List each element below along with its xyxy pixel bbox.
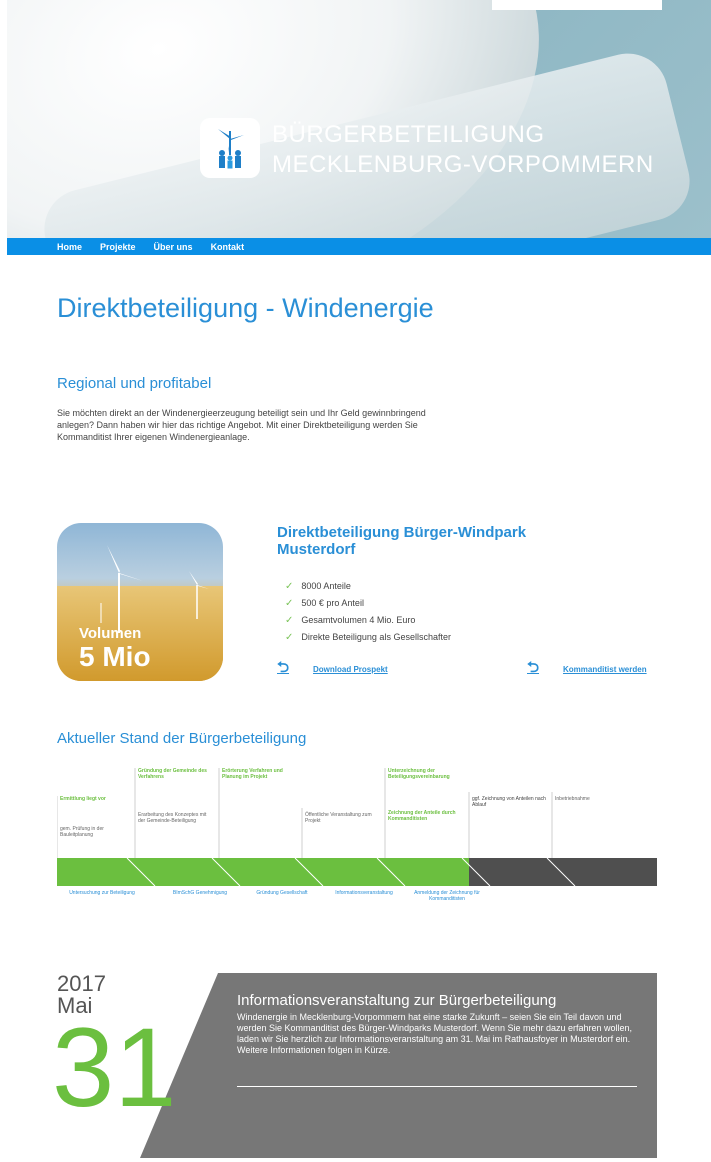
check-icon: ✓: [285, 598, 294, 609]
timeline-note: Gründung der Gemeinde des Verfahrens: [138, 768, 207, 780]
timeline-label: Untersuchung zur Beteiligung: [69, 890, 135, 896]
brand-title: BÜRGERBETEILIGUNG MECKLENBURG-VORPOMMERN: [272, 120, 654, 180]
arrow-return-icon: ⮌: [277, 659, 290, 676]
list-item: ✓ 500 € pro Anteil: [285, 595, 451, 612]
list-item: ✓ Gesamtvolumen 4 Mio. Euro: [285, 612, 451, 629]
timeline-note: Zeichnung der Anteile durch Kommanditist…: [388, 810, 456, 822]
volume-label: Volumen: [79, 625, 142, 642]
header-top-strip: [492, 0, 662, 10]
event-day: 31: [52, 1005, 177, 1130]
brand-line-1: BÜRGERBETEILIGUNG: [272, 121, 545, 148]
list-item: ✓ 8000 Anteile: [285, 578, 451, 595]
timeline-note: Inbetriebnahme: [555, 796, 590, 802]
timeline-note: Öffentliche Veranstaltung zum Projekt: [305, 812, 372, 824]
header-hero: [7, 0, 711, 238]
timeline-label: Anmeldung der Zeichnung für Kommanditist…: [414, 890, 480, 902]
section-title: Regional und profitabel: [57, 375, 212, 392]
kommanditist-werden-button[interactable]: ⮌ Kommanditist werden: [527, 657, 647, 682]
brand-line-2: MECKLENBURG-VORPOMMERN: [272, 151, 654, 178]
timeline-note: gem. Prüfung in der Bauleitplanung: [60, 826, 104, 838]
timeline-graphic: [57, 762, 657, 887]
event-title: Informationsveranstaltung zur Bürgerbete…: [237, 992, 557, 1009]
main-nav: Home Projekte Über uns Kontakt: [7, 238, 711, 255]
check-icon: ✓: [285, 615, 294, 626]
nav-item-home[interactable]: Home: [57, 242, 82, 252]
timeline-label: Informationsveranstaltung: [335, 890, 393, 896]
arrow-return-icon: ⮌: [527, 659, 540, 676]
list-item: ✓ Direkte Beteiligung als Gesellschafter: [285, 629, 451, 646]
timeline-label: Gründung Gesellschaft: [256, 890, 308, 896]
timeline-note: Unterzeichnung der Beteiligungsvereinbar…: [388, 768, 450, 780]
offer-feature-list: ✓ 8000 Anteile ✓ 500 € pro Anteil ✓ Gesamtv…: [285, 578, 451, 646]
event-divider: [237, 1086, 637, 1087]
intro-text: Sie möchten direkt an der Windenergieerz…: [57, 408, 426, 442]
download-prospekt-button[interactable]: ⮌ Download Prospekt: [277, 657, 388, 682]
timeline-label: BImSchG Genehmigung: [172, 890, 228, 896]
volume-value: 5 Mio: [79, 641, 151, 672]
nav-item-projekte[interactable]: Projekte: [100, 242, 136, 252]
event-year: 2017: [57, 971, 106, 996]
timeline-note: ggf. Zeichnung von Anteilen nach Ablauf: [472, 796, 546, 808]
timeline-title: Aktueller Stand der Bürgerbeteiligung: [57, 730, 307, 747]
wind-turbine-family-icon: [218, 129, 244, 169]
timeline-note: Ermittlung liegt vor: [60, 796, 106, 802]
logo[interactable]: [200, 118, 260, 178]
timeline-note: Erarbeitung des Konzeptes mit der Gemein…: [138, 812, 207, 824]
event-text: Windenergie in Mecklenburg-Vorpommern ha…: [237, 1012, 633, 1055]
nav-item-kontakt[interactable]: Kontakt: [211, 242, 245, 252]
progress-timeline: Ermittlung liegt vor gem. Prüfung in der…: [57, 762, 657, 922]
offer-title: Direktbeteiligung Bürger-Windpark Muster…: [277, 524, 527, 558]
timeline-note: Erörterung Verfahren und Planung im Proj…: [222, 768, 283, 780]
nav-item-ueber-uns[interactable]: Über uns: [154, 242, 193, 252]
page-title: Direktbeteiligung - Windenergie: [57, 293, 434, 323]
check-icon: ✓: [285, 632, 294, 643]
offer-image: Volumen 5 Mio: [57, 523, 223, 681]
check-icon: ✓: [285, 581, 294, 592]
